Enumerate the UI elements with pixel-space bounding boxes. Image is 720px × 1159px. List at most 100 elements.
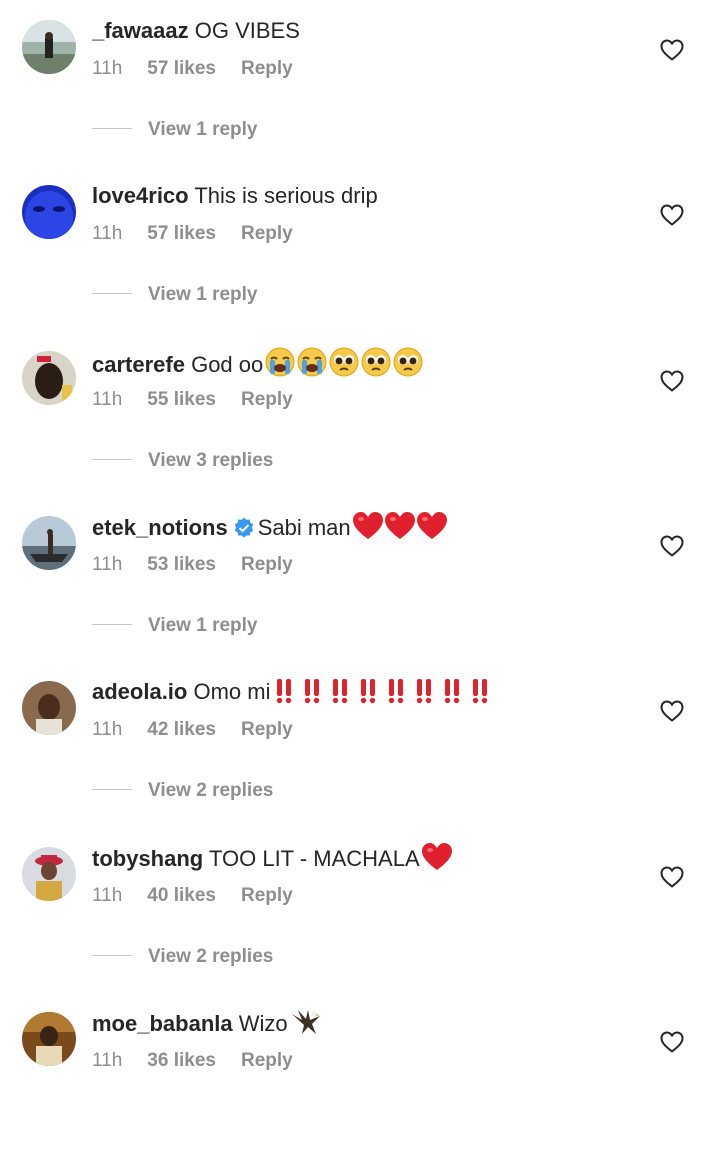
comment-time: 11h (92, 1049, 123, 1071)
replies-divider (92, 128, 132, 129)
comment-username[interactable]: _fawaaaz (92, 18, 189, 43)
verified-badge-icon (234, 517, 253, 538)
view-replies-button[interactable]: View 1 reply (92, 615, 258, 637)
comment-row: _fawaaaz OG VIBES 11h 57 likes Reply View 1 … (0, 2, 720, 167)
comment-text: tobyshang TOO LIT - MACHALA (92, 842, 452, 879)
view-replies-button[interactable]: View 1 reply (92, 119, 258, 141)
replies-divider (92, 293, 132, 295)
red-heart-emoji (384, 511, 415, 548)
replies-divider (92, 954, 132, 956)
comment-text: moe_babanla Wizo (92, 1008, 322, 1044)
comment-time: 11h (92, 884, 123, 906)
comment-meta: 11h 57 likes Reply (92, 58, 318, 80)
pleading-emoji (329, 347, 359, 385)
reply-button[interactable]: Reply (241, 554, 293, 575)
comment-likes[interactable]: 42 likes (147, 719, 216, 740)
red-heart-emoji (416, 511, 447, 548)
comment-body: Sabi man (257, 514, 351, 540)
heart-outline-icon[interactable] (660, 39, 684, 61)
comment-row: etek_notions Sabi man 11h 53 likes Reply View… (0, 498, 720, 663)
comment-meta: 11h 55 likes Reply (92, 389, 318, 411)
view-replies-button[interactable]: View 3 replies (92, 450, 273, 472)
double-exclamation-emoji (412, 678, 438, 712)
double-exclamation-emoji (328, 678, 354, 712)
double-exclamation-emoji (440, 678, 466, 712)
comment-body: Wizo (238, 1010, 288, 1036)
reply-button[interactable]: Reply (241, 1050, 293, 1071)
comment-time: 11h (92, 223, 123, 245)
avatar[interactable] (22, 1011, 76, 1066)
view-replies-button[interactable]: View 1 reply (92, 284, 258, 306)
heart-outline-icon[interactable] (660, 535, 684, 557)
comment-row: adeola.io Omo mi 11h 42 likes Reply View 2 r… (0, 663, 720, 828)
double-exclamation-emoji (384, 678, 410, 712)
avatar[interactable] (22, 20, 76, 74)
crying-emoji (265, 347, 295, 385)
comment-text: _fawaaaz OG VIBES (92, 16, 300, 46)
view-replies-button[interactable]: View 2 replies (92, 946, 273, 968)
avatar[interactable] (22, 846, 76, 901)
heart-outline-icon[interactable] (660, 370, 684, 392)
comment-likes[interactable]: 57 likes (147, 58, 216, 79)
comment-row: love4rico This is serious drip 11h 57 like… (0, 167, 720, 332)
avatar[interactable] (22, 681, 76, 736)
replies-divider (92, 623, 132, 625)
comment-username[interactable]: love4rico (92, 183, 189, 208)
reply-button[interactable]: Reply (241, 389, 293, 410)
view-replies-button[interactable]: View 2 replies (92, 780, 273, 802)
pleading-emoji (361, 347, 391, 385)
comment-meta: 11h 40 likes Reply (92, 885, 318, 907)
view-replies-label: View 2 replies (148, 780, 274, 802)
comment-time: 11h (92, 58, 123, 79)
reply-button[interactable]: Reply (241, 885, 293, 906)
reply-button[interactable]: Reply (241, 223, 293, 244)
double-exclamation-emoji (300, 678, 326, 712)
comment-username[interactable]: carterefe (92, 352, 185, 377)
comment-text: love4rico This is serious drip (92, 181, 378, 211)
replies-divider (92, 458, 132, 460)
avatar[interactable] (22, 515, 76, 570)
reply-button[interactable]: Reply (241, 719, 293, 740)
view-replies-label: View 2 replies (148, 945, 274, 967)
comment-username[interactable]: tobyshang (92, 846, 203, 871)
comment-row: tobyshang TOO LIT - MACHALA 11h 40 likes Re… (0, 829, 720, 994)
comment-body: TOO LIT - MACHALA (208, 845, 420, 871)
comment-likes[interactable]: 57 likes (147, 223, 216, 244)
comment-meta: 11h 36 likes Reply (92, 1050, 318, 1072)
view-replies-label: View 1 reply (148, 614, 258, 636)
avatar[interactable] (22, 350, 76, 405)
comment-meta: 11h 53 likes Reply (92, 554, 318, 576)
avatar[interactable] (22, 185, 76, 240)
eagle-emoji (290, 1008, 322, 1044)
view-replies-label: View 3 replies (148, 449, 274, 471)
replies-divider (92, 789, 132, 791)
crying-emoji (297, 347, 327, 385)
comment-username[interactable]: adeola.io (92, 679, 187, 704)
heart-outline-icon[interactable] (660, 1031, 684, 1053)
double-exclamation-emoji (272, 678, 298, 712)
comment-likes[interactable]: 36 likes (147, 1050, 216, 1071)
comment-likes[interactable]: 55 likes (147, 389, 216, 410)
comment-likes[interactable]: 53 likes (147, 554, 216, 575)
comment-username[interactable]: moe_babanla (92, 1011, 233, 1036)
comment-body: OG VIBES (194, 18, 300, 43)
heart-outline-icon[interactable] (660, 204, 684, 227)
comment-text: adeola.io Omo mi (92, 677, 494, 712)
view-replies-label: View 1 reply (148, 284, 258, 306)
comment-body: Omo mi (193, 679, 271, 705)
red-heart-emoji (421, 842, 452, 879)
comment-likes[interactable]: 40 likes (147, 885, 216, 906)
comment-meta: 11h 57 likes Reply (92, 223, 318, 245)
comment-time: 11h (92, 719, 123, 741)
heart-outline-icon[interactable] (660, 700, 684, 722)
comment-row: carterefe God oo 11h 55 likes Reply View 3 r… (0, 333, 720, 498)
comment-time: 11h (92, 388, 123, 410)
comment-time: 11h (92, 553, 123, 575)
heart-outline-icon[interactable] (660, 865, 684, 888)
reply-button[interactable]: Reply (241, 58, 293, 79)
comment-row: moe_babanla Wizo 11h 36 likes Reply (0, 994, 720, 1159)
double-exclamation-emoji (356, 678, 382, 712)
comment-body: God oo (191, 351, 264, 377)
comment-body: This is serious drip (194, 183, 378, 209)
comment-username[interactable]: etek_notions (92, 515, 228, 540)
